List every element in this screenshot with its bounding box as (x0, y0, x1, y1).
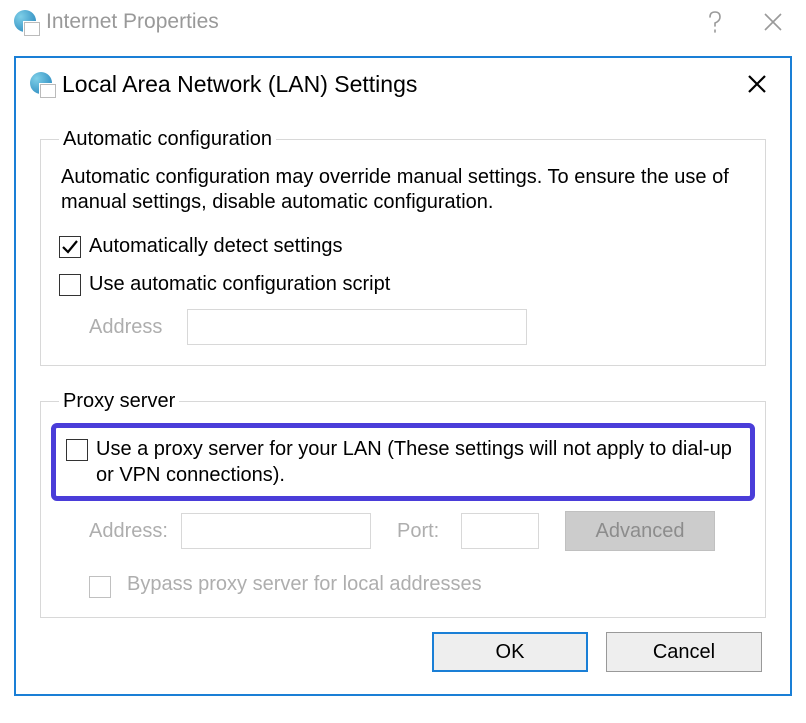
proxy-group: Proxy server Use a proxy server for your… (40, 390, 766, 618)
autoconfig-legend: Automatic configuration (59, 128, 276, 151)
autodetect-label: Automatically detect settings (89, 233, 342, 259)
proxy-port-input (461, 513, 539, 549)
script-address-label: Address (89, 316, 173, 339)
autoconfig-group: Automatic configuration Automatic config… (40, 128, 766, 366)
useproxy-checkbox[interactable] (66, 439, 88, 461)
lan-settings-icon (30, 72, 54, 96)
proxy-address-label: Address: (89, 520, 173, 543)
dialog-title: Local Area Network (LAN) Settings (62, 71, 734, 98)
autodetect-checkbox[interactable] (59, 236, 81, 258)
internet-options-icon (14, 10, 38, 34)
proxy-legend: Proxy server (59, 390, 179, 413)
dialog-close-button[interactable] (734, 62, 780, 106)
bypass-label: Bypass proxy server for local addresses (127, 571, 482, 597)
help-button[interactable] (686, 0, 744, 44)
parent-close-button[interactable] (744, 0, 802, 44)
cancel-button[interactable]: Cancel (606, 632, 762, 672)
useproxy-highlight: Use a proxy server for your LAN (These s… (51, 423, 755, 501)
dialog-titlebar: Local Area Network (LAN) Settings (16, 58, 790, 110)
autoconfig-description: Automatic configuration may override man… (59, 165, 747, 215)
ok-button[interactable]: OK (432, 632, 588, 672)
proxy-port-label: Port: (397, 520, 453, 543)
bypass-checkbox (89, 576, 111, 598)
parent-titlebar: Internet Properties (0, 0, 806, 44)
usescript-label: Use automatic configuration script (89, 271, 390, 297)
useproxy-label: Use a proxy server for your LAN (These s… (96, 436, 740, 488)
parent-window-title: Internet Properties (46, 10, 686, 34)
script-address-input (187, 309, 527, 345)
proxy-address-input (181, 513, 371, 549)
usescript-checkbox[interactable] (59, 274, 81, 296)
lan-settings-dialog: Local Area Network (LAN) Settings Automa… (14, 56, 792, 696)
advanced-button: Advanced (565, 511, 715, 551)
